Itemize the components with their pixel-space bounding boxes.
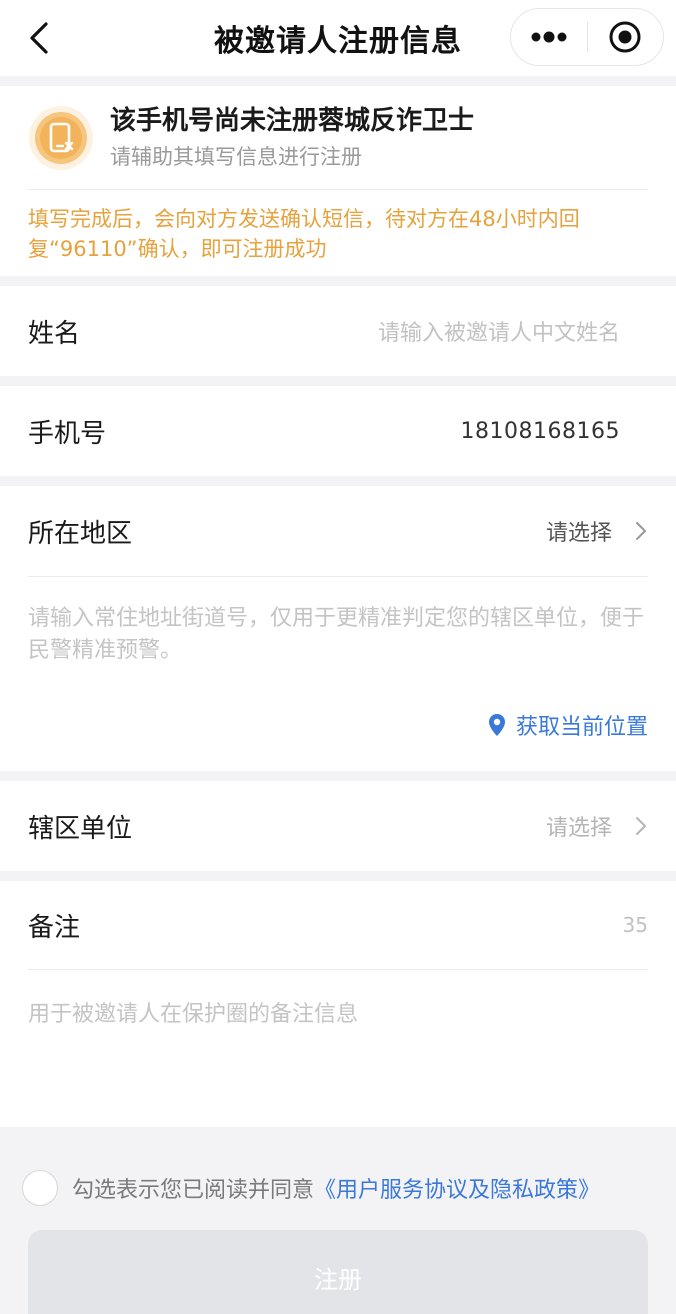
notice-subtitle: 请辅助其填写信息进行注册 [110,144,362,169]
get-location-button[interactable]: 获取当前位置 [488,709,648,741]
location-pin-icon [488,714,505,736]
jurisdiction-row[interactable]: 辖区单位 请选择 [0,781,676,871]
remark-input[interactable]: 用于被邀请人在保护圈的备注信息 [0,970,676,1028]
more-button[interactable] [511,9,587,65]
phone-x-icon [28,105,94,171]
region-value: 请选择 [545,521,612,546]
unregistered-notice: 该手机号尚未注册蓉城反诈卫士 请辅助其填写信息进行注册 填写完成后，会向对方发送… [0,86,676,276]
jurisdiction-label: 辖区单位 [28,813,133,844]
agreement-link[interactable]: 《用户服务协议及隐私政策》 [314,1172,600,1204]
get-location-label: 获取当前位置 [515,715,648,740]
more-dots-icon [531,31,567,43]
target-circle-icon [609,21,641,53]
agreement-checkbox[interactable] [22,1170,58,1206]
mini-program-capsule [510,8,664,66]
remark-section: 备注 35 用于被邀请人在保护圈的备注信息 [0,881,676,1127]
close-mini-program-button[interactable] [588,9,664,65]
address-block: 请输入常住地址街道号，仅用于更精准判定您的辖区单位，便于民警精准预警。 [0,576,676,697]
jurisdiction-selector[interactable]: 请选择 [546,810,648,842]
page-title: 被邀请人注册信息 [214,24,462,59]
region-row[interactable]: 所在地区 请选择 [0,486,676,576]
chevron-left-icon [30,22,48,54]
back-button[interactable] [20,18,60,58]
phone-input[interactable]: 18108168165 [461,419,648,444]
phone-value: 18108168165 [460,418,620,444]
name-label: 姓名 [28,318,81,349]
remark-label: 备注 [28,912,81,943]
address-input[interactable]: 请输入常住地址街道号，仅用于更精准判定您的辖区单位，便于民警精准预警。 [28,577,648,697]
notice-header: 该手机号尚未注册蓉城反诈卫士 请辅助其填写信息进行注册 [28,86,648,190]
location-row: 获取当前位置 [0,697,676,771]
region-label: 所在地区 [28,518,133,549]
region-section: 所在地区 请选择 请输入常住地址街道号，仅用于更精准判定您的辖区单位，便于民警精… [0,486,676,771]
phone-row: 手机号 18108168165 [0,386,676,476]
phone-label: 手机号 [28,418,107,449]
agreement-text: 勾选表示您已阅读并同意 [72,1178,315,1203]
navigation-bar: 被邀请人注册信息 [0,0,676,76]
name-placeholder: 请输入被邀请人中文姓名 [377,321,620,346]
jurisdiction-value: 请选择 [545,816,612,841]
agreement-row: 勾选表示您已阅读并同意 《用户服务协议及隐私政策》 [22,1170,600,1206]
name-row: 姓名 请输入被邀请人中文姓名 [0,286,676,376]
name-input[interactable]: 请输入被邀请人中文姓名 [378,315,648,347]
notice-warning: 填写完成后，会向对方发送确认短信，待对方在48小时内回复“96110”确认，即可… [28,207,580,261]
chevron-right-icon [636,817,646,835]
register-button[interactable]: 注册 [28,1230,648,1314]
remark-header: 备注 35 [0,881,676,969]
region-selector[interactable]: 请选择 [546,515,648,547]
notice-title: 该手机号尚未注册蓉城反诈卫士 [110,105,475,136]
chevron-right-icon [636,522,646,540]
remark-char-count: 35 [622,913,648,937]
